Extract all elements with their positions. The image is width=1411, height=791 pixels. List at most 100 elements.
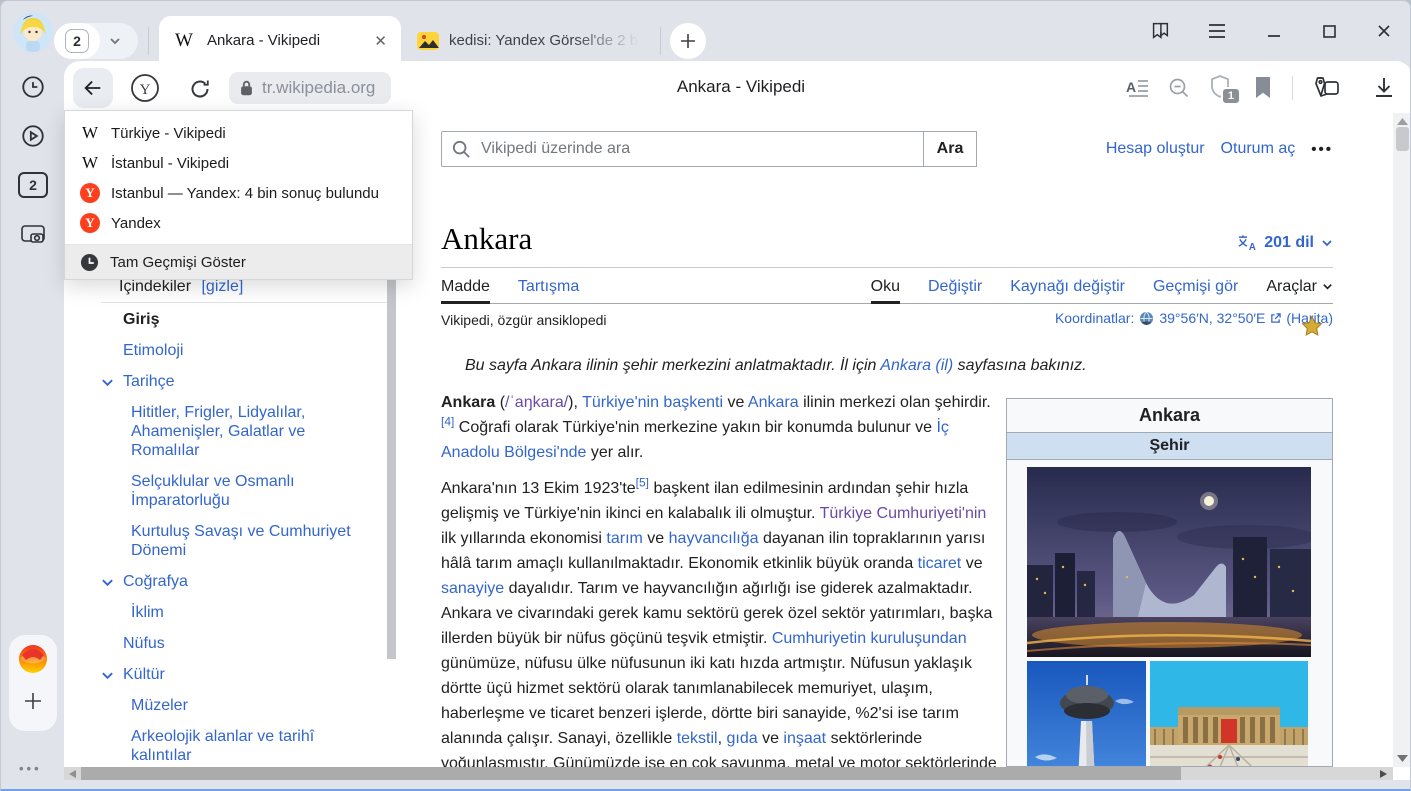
coordinates[interactable]: Koordinatlar: 39°56′N, 32°50′E (Harita) bbox=[1055, 310, 1333, 326]
history-button[interactable] bbox=[14, 68, 52, 106]
tab-close-icon[interactable]: ✕ bbox=[374, 32, 387, 50]
yandex-services-button[interactable]: Y bbox=[129, 72, 161, 104]
browser-menu-button[interactable] bbox=[1204, 18, 1230, 44]
article-link[interactable]: Ankara bbox=[748, 394, 799, 411]
article-link[interactable]: Cumhuriyetin kuruluşundan bbox=[772, 630, 967, 647]
protect-shield-button[interactable]: 1 bbox=[1206, 73, 1234, 101]
collections-button[interactable] bbox=[1313, 74, 1341, 102]
article-link[interactable]: Ankara (il) bbox=[880, 357, 953, 374]
article-link[interactable]: [4] bbox=[441, 415, 454, 429]
toc-item[interactable]: İklim bbox=[101, 603, 391, 622]
page-horizontal-scrollbar[interactable] bbox=[64, 767, 1393, 780]
article-tab-ge-mi-i-g-r[interactable]: Geçmişi gör bbox=[1153, 272, 1238, 304]
sidebar-more-dots[interactable]: ••• bbox=[19, 761, 42, 776]
address-bar[interactable]: tr.wikipedia.org bbox=[229, 72, 391, 104]
history-menu-item[interactable]: WTürkiye - Vikipedi bbox=[65, 118, 412, 148]
article-tab-oku[interactable]: Oku bbox=[871, 272, 900, 304]
article-title: Ankara bbox=[441, 221, 532, 257]
scroll-left-arrow[interactable] bbox=[69, 770, 76, 778]
article-link[interactable]: tekstil bbox=[677, 730, 718, 747]
toc-item-label: Kurtuluş Savaşı ve Cumhuriyet Dönemi bbox=[131, 522, 359, 560]
article-tab-ara-lar[interactable]: Araçlar bbox=[1266, 272, 1333, 304]
history-menu-item[interactable]: YIstanbul — Yandex: 4 bin sonuç bulundu bbox=[65, 178, 412, 208]
anitkabir-photo[interactable] bbox=[1150, 661, 1308, 767]
wiki-search[interactable] bbox=[441, 131, 924, 167]
downloads-button[interactable] bbox=[1371, 75, 1397, 101]
scrollbar-thumb[interactable] bbox=[1396, 127, 1409, 151]
toc-item[interactable]: Hititler, Frigler, Lidyalılar, Ahamenişl… bbox=[101, 403, 391, 460]
text-segment: ve bbox=[961, 555, 982, 572]
login-link[interactable]: Oturum aç bbox=[1221, 140, 1296, 158]
plus-icon bbox=[22, 690, 44, 712]
toc-item[interactable]: Müzeler bbox=[101, 696, 391, 715]
article-link[interactable]: [5] bbox=[636, 476, 649, 490]
toc-item[interactable]: Nüfus bbox=[101, 634, 391, 653]
article-link[interactable]: sanayiye bbox=[441, 580, 504, 597]
yandex-circle-icon: Y bbox=[130, 73, 160, 103]
article-tab-madde[interactable]: Madde bbox=[441, 272, 490, 304]
chevron-down-icon[interactable] bbox=[101, 372, 123, 391]
minimize-button[interactable] bbox=[1261, 18, 1287, 44]
chevron-down-icon[interactable] bbox=[101, 572, 123, 591]
article-link[interactable]: Türkiye Cumhuriyeti'nin bbox=[820, 505, 987, 522]
toc-item[interactable]: Tarihçe bbox=[101, 372, 391, 391]
language-selector[interactable]: A 201 dil bbox=[1237, 234, 1333, 252]
toc-hide-link[interactable]: [gizle] bbox=[201, 278, 243, 295]
bookmark-page-button[interactable] bbox=[1251, 75, 1275, 101]
article-link[interactable]: inşaat bbox=[783, 730, 826, 747]
featured-star-icon[interactable] bbox=[1301, 315, 1323, 337]
toc-item[interactable]: Kurtuluş Savaşı ve Cumhuriyet Dönemi bbox=[101, 522, 391, 560]
scroll-up-arrow[interactable] bbox=[1397, 117, 1408, 125]
article-link[interactable]: başkenti bbox=[663, 394, 723, 411]
scroll-down-arrow[interactable] bbox=[1397, 755, 1408, 763]
screenshot-button[interactable] bbox=[14, 215, 52, 253]
scrollbar-thumb[interactable] bbox=[81, 767, 1181, 780]
profile-avatar[interactable] bbox=[13, 12, 53, 52]
toc-item[interactable]: Kültür bbox=[101, 665, 391, 684]
media-button[interactable] bbox=[14, 117, 52, 155]
tab-kedisi[interactable]: kedisi: Yandex Görsel'de 2 b bbox=[403, 16, 659, 65]
chevron-down-icon[interactable] bbox=[101, 665, 123, 684]
toc-item[interactable]: Arkeolojik alanlar ve tarihî kalıntılar bbox=[101, 727, 391, 765]
search-input[interactable] bbox=[479, 139, 863, 159]
create-account-link[interactable]: Hesap oluştur bbox=[1106, 140, 1205, 158]
article-tab-tart-ma[interactable]: Tartışma bbox=[518, 272, 579, 304]
reload-button[interactable] bbox=[185, 74, 215, 104]
article-tab-kayna-de-i-tir[interactable]: Kaynağı değiştir bbox=[1010, 272, 1125, 304]
atakule-tower-photo[interactable] bbox=[1027, 661, 1146, 767]
new-tab-sidebar-button[interactable] bbox=[17, 685, 49, 717]
article-tab-de-i-tir[interactable]: Değiştir bbox=[928, 272, 982, 304]
article-link[interactable]: Türkiye'nin bbox=[582, 394, 659, 411]
back-button[interactable] bbox=[73, 68, 113, 108]
article-link[interactable]: gıda bbox=[726, 730, 757, 747]
tabs-panel-button[interactable]: 2 bbox=[14, 166, 52, 204]
search-button[interactable]: Ara bbox=[923, 131, 977, 167]
article-link[interactable]: ticaret bbox=[918, 555, 962, 572]
reader-mode-button[interactable]: A bbox=[1125, 75, 1151, 101]
history-menu-item[interactable]: YYandex bbox=[65, 208, 412, 238]
maximize-button[interactable] bbox=[1316, 18, 1342, 44]
toc-scrollbar[interactable] bbox=[387, 277, 396, 659]
article-link[interactable]: /ˈaŋkara/ bbox=[505, 394, 568, 411]
toc-item[interactable]: Coğrafya bbox=[101, 572, 391, 591]
article-link[interactable]: tarım bbox=[606, 530, 642, 547]
zoom-page-button[interactable] bbox=[1166, 75, 1192, 101]
tab-counter-control[interactable]: 2 bbox=[54, 23, 138, 59]
bookmarks-panel-button[interactable] bbox=[1147, 18, 1173, 44]
toc-item[interactable]: Selçuklular ve Osmanlı İmparatorluğu bbox=[101, 472, 391, 510]
scroll-right-arrow[interactable] bbox=[1380, 770, 1387, 778]
yandex-browser-logo[interactable] bbox=[17, 643, 49, 675]
tab-ankara[interactable]: W Ankara - Vikipedi ✕ bbox=[159, 16, 401, 65]
toc-item[interactable]: Giriş bbox=[101, 310, 391, 329]
show-full-history-item[interactable]: Tam Geçmişi Göster bbox=[65, 245, 412, 279]
more-options-dots[interactable]: ••• bbox=[1311, 141, 1333, 158]
hatnote: Bu sayfa Ankara ilinin şehir merkezini a… bbox=[465, 357, 1185, 375]
page-vertical-scrollbar[interactable] bbox=[1393, 113, 1411, 767]
close-window-button[interactable] bbox=[1371, 18, 1397, 44]
article-link[interactable]: hayvancılığa bbox=[669, 530, 759, 547]
new-tab-button[interactable] bbox=[670, 23, 706, 59]
ankara-skyline-photo[interactable] bbox=[1027, 467, 1311, 657]
toc-item[interactable]: Etimoloji bbox=[101, 341, 391, 360]
chevron-down-icon bbox=[1321, 237, 1333, 249]
history-menu-item[interactable]: Wİstanbul - Vikipedi bbox=[65, 148, 412, 178]
